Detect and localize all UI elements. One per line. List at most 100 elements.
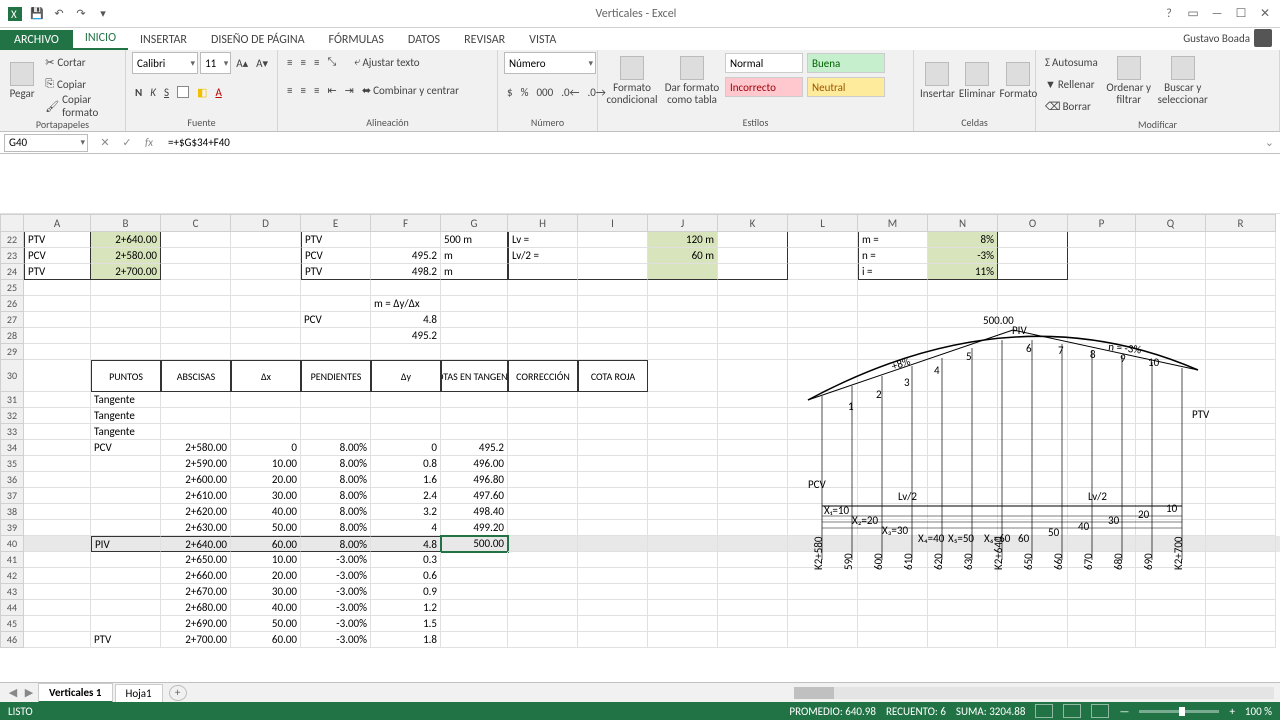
- row-header-27[interactable]: 27: [0, 312, 24, 328]
- cell[interactable]: 495.2: [371, 328, 441, 344]
- zoom-level[interactable]: 100 %: [1245, 705, 1272, 718]
- cell[interactable]: 4.8: [371, 536, 441, 552]
- row-header-32[interactable]: 32: [0, 408, 24, 424]
- find-select-button[interactable]: Buscar y seleccionar: [1157, 52, 1209, 110]
- cell[interactable]: 30.00: [231, 488, 301, 504]
- tab-revisar[interactable]: REVISAR: [452, 30, 517, 50]
- col-header-R[interactable]: R: [1206, 214, 1276, 232]
- row-header-40[interactable]: 40: [0, 536, 24, 552]
- row-header-36[interactable]: 36: [0, 472, 24, 488]
- row-header-38[interactable]: 38: [0, 504, 24, 520]
- align-right-icon[interactable]: ≡: [311, 80, 322, 100]
- cell[interactable]: m: [441, 248, 508, 264]
- cell[interactable]: -3.00%: [301, 632, 371, 648]
- cell[interactable]: PTV: [24, 264, 91, 280]
- decrease-indent-icon[interactable]: ⇤: [324, 80, 339, 100]
- col-header-M[interactable]: M: [858, 214, 928, 232]
- cell[interactable]: 40.00: [231, 504, 301, 520]
- col-header-Q[interactable]: Q: [1136, 214, 1206, 232]
- cell[interactable]: 8.00%: [301, 504, 371, 520]
- cell[interactable]: i =: [858, 264, 928, 280]
- cell[interactable]: 0.6: [371, 568, 441, 584]
- cell[interactable]: 20.00: [231, 472, 301, 488]
- cell[interactable]: [231, 408, 301, 424]
- cell[interactable]: 2+650.00: [161, 552, 231, 568]
- align-middle-icon[interactable]: ≡: [297, 52, 308, 72]
- cell[interactable]: [161, 408, 231, 424]
- cell[interactable]: 0.3: [371, 552, 441, 568]
- col-header-G[interactable]: G: [441, 214, 508, 232]
- prev-sheet-icon[interactable]: ◀: [6, 686, 20, 699]
- cell[interactable]: 8.00%: [301, 536, 371, 552]
- delete-cells-button[interactable]: Eliminar: [959, 52, 996, 110]
- cell[interactable]: -3.00%: [301, 568, 371, 584]
- cell[interactable]: 20.00: [231, 568, 301, 584]
- col-header-H[interactable]: H: [508, 214, 578, 232]
- cell[interactable]: [371, 392, 441, 408]
- cell[interactable]: 2+590.00: [161, 456, 231, 472]
- table-header[interactable]: COTAS EN TANGENTE: [441, 360, 508, 392]
- cell[interactable]: 1.6: [371, 472, 441, 488]
- row-header-22[interactable]: 22: [0, 232, 24, 248]
- sheet-tab-hoja1[interactable]: Hoja1: [115, 684, 163, 702]
- cell[interactable]: [91, 552, 161, 568]
- row-header-39[interactable]: 39: [0, 520, 24, 536]
- cell[interactable]: 2+600.00: [161, 472, 231, 488]
- view-layout-icon[interactable]: [1063, 704, 1081, 718]
- row-header-25[interactable]: 25: [0, 280, 24, 296]
- save-icon[interactable]: 💾: [28, 5, 46, 23]
- style-buena[interactable]: Buena: [807, 53, 885, 73]
- row-header-23[interactable]: 23: [0, 248, 24, 264]
- cancel-formula-icon[interactable]: ✕: [96, 136, 114, 149]
- fill-color-button[interactable]: ◧: [194, 82, 210, 102]
- table-header[interactable]: PUNTOS: [91, 360, 161, 392]
- tab-diseno[interactable]: DISEÑO DE PÁGINA: [199, 30, 317, 50]
- cell[interactable]: 2+580.00: [161, 440, 231, 456]
- ribbon-display-icon[interactable]: ▭: [1182, 5, 1204, 23]
- row-header-24[interactable]: 24: [0, 264, 24, 280]
- cell[interactable]: -3.00%: [301, 552, 371, 568]
- cell[interactable]: 499.20: [441, 520, 508, 536]
- col-header-J[interactable]: J: [648, 214, 718, 232]
- cell[interactable]: [998, 248, 1068, 264]
- undo-icon[interactable]: ↶: [50, 5, 68, 23]
- merge-button[interactable]: ⬌ Combinar y centrar: [359, 80, 462, 100]
- style-normal[interactable]: Normal: [725, 53, 803, 73]
- format-as-table-button[interactable]: Dar formato como tabla: [664, 52, 720, 110]
- cell[interactable]: 498.2: [371, 264, 441, 280]
- comma-icon[interactable]: 000: [533, 82, 556, 102]
- cell[interactable]: [161, 424, 231, 440]
- cell[interactable]: PTV: [24, 232, 91, 248]
- number-format-select[interactable]: Número: [504, 52, 596, 74]
- cell[interactable]: 2+690.00: [161, 616, 231, 632]
- cell[interactable]: [441, 408, 508, 424]
- zoom-slider[interactable]: [1139, 710, 1219, 713]
- name-box[interactable]: G40: [4, 134, 88, 152]
- table-header[interactable]: COTA ROJA: [578, 360, 648, 392]
- row-header-29[interactable]: 29: [0, 344, 24, 360]
- cell[interactable]: [231, 392, 301, 408]
- maximize-icon[interactable]: ☐: [1230, 5, 1252, 23]
- cell[interactable]: 496.00: [441, 456, 508, 472]
- decrease-font-icon[interactable]: A▾: [253, 53, 271, 73]
- cell[interactable]: [301, 392, 371, 408]
- cell[interactable]: 2+610.00: [161, 488, 231, 504]
- align-center-icon[interactable]: ≡: [297, 80, 308, 100]
- cell[interactable]: Lv/2 =: [508, 248, 578, 264]
- redo-icon[interactable]: ↷: [72, 5, 90, 23]
- cell[interactable]: 30.00: [231, 584, 301, 600]
- border-button[interactable]: [174, 82, 192, 102]
- horizontal-scrollbar[interactable]: [794, 687, 1274, 699]
- sort-filter-button[interactable]: Ordenar y filtrar: [1105, 52, 1153, 110]
- paste-button[interactable]: Pegar: [6, 52, 38, 110]
- cell[interactable]: 1.8: [371, 632, 441, 648]
- cell[interactable]: PIV: [91, 536, 161, 552]
- cell[interactable]: 8%: [928, 232, 998, 248]
- cell[interactable]: 497.60: [441, 488, 508, 504]
- cell[interactable]: 2+620.00: [161, 504, 231, 520]
- table-header[interactable]: ABSCISAS: [161, 360, 231, 392]
- tab-datos[interactable]: DATOS: [396, 30, 452, 50]
- cell[interactable]: 3.2: [371, 504, 441, 520]
- cell[interactable]: PTV: [91, 632, 161, 648]
- row-header-35[interactable]: 35: [0, 456, 24, 472]
